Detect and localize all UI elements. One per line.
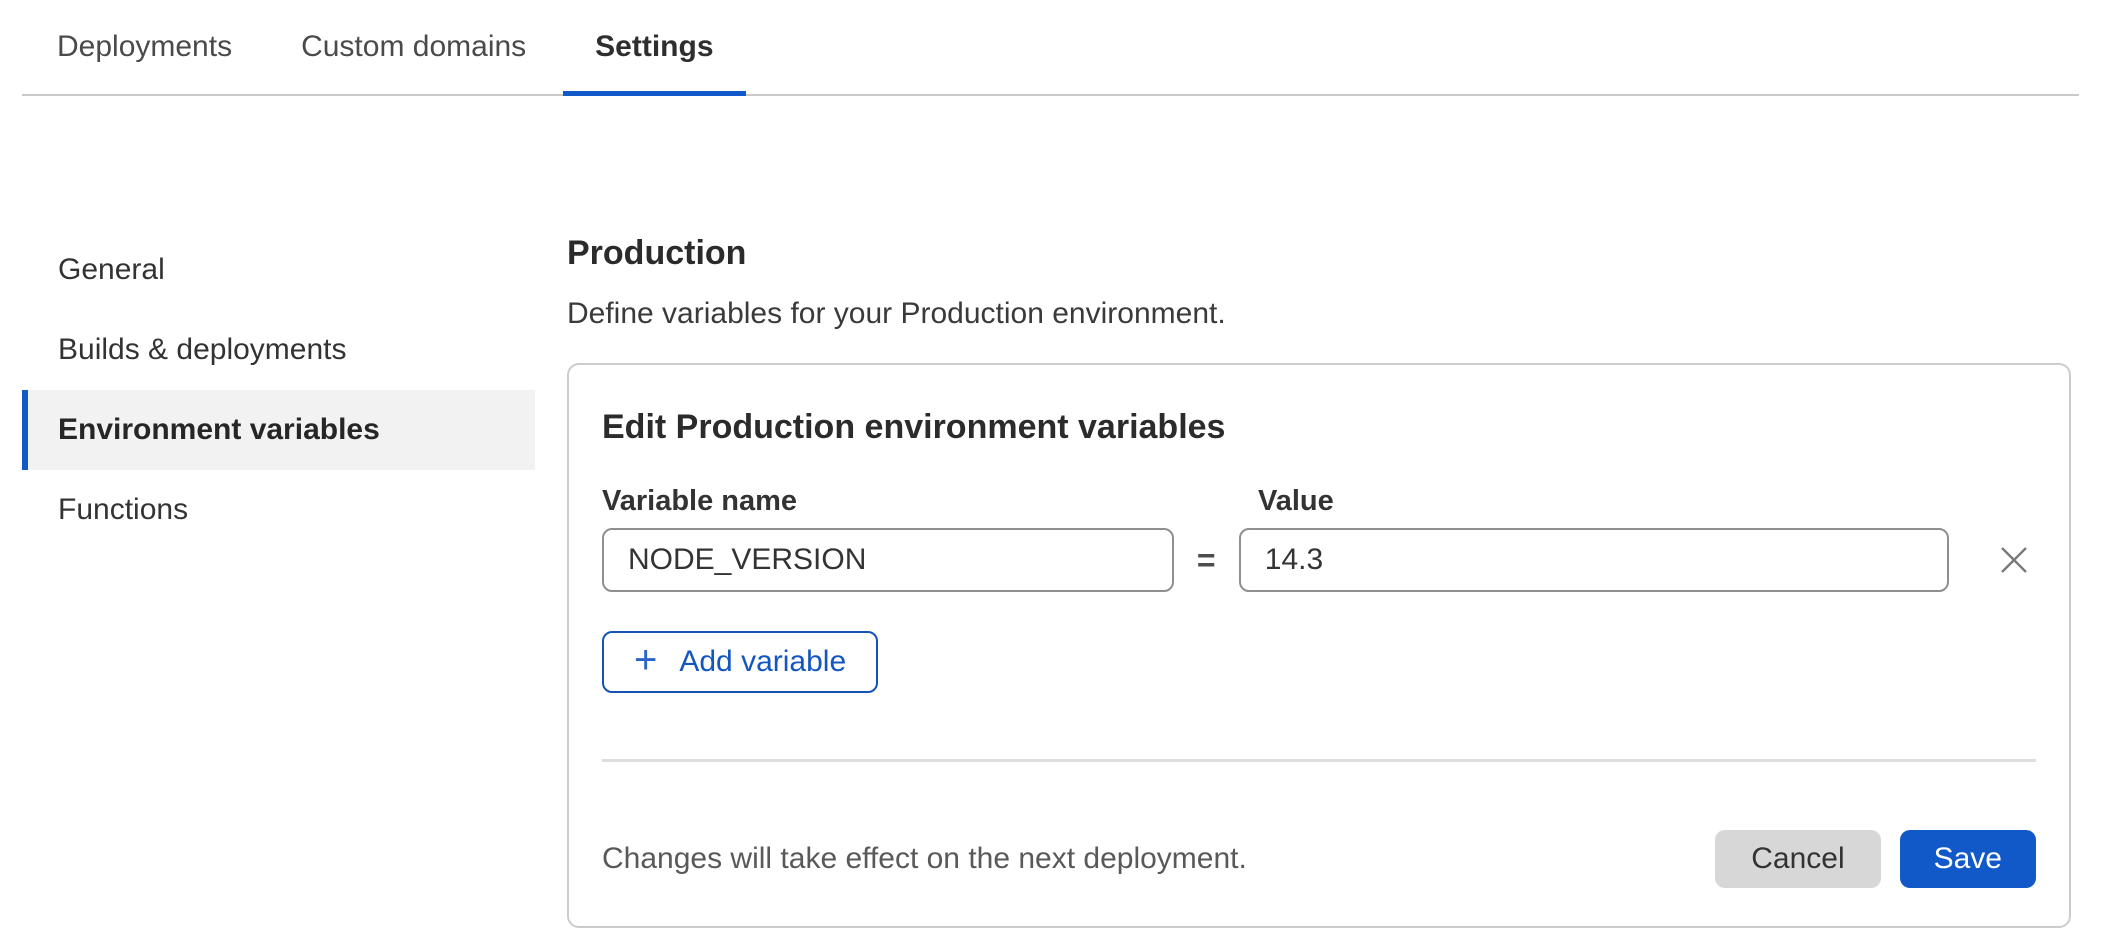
- field-labels-row: Variable name Value: [602, 484, 2036, 518]
- plus-icon: +: [634, 640, 657, 680]
- sidebar-item-general[interactable]: General: [22, 230, 535, 310]
- add-variable-label: Add variable: [679, 645, 846, 679]
- page-description: Define variables for your Production env…: [567, 296, 2121, 332]
- save-button[interactable]: Save: [1900, 830, 2036, 888]
- card-title: Edit Production environment variables: [602, 407, 2036, 447]
- settings-page: Deployments Custom domains Settings Gene…: [0, 0, 2121, 948]
- deployment-note: Changes will take effect on the next dep…: [602, 841, 1715, 877]
- card-footer: Changes will take effect on the next dep…: [602, 830, 2036, 888]
- top-tab-bar: Deployments Custom domains Settings: [22, 0, 2079, 96]
- sidebar-item-functions[interactable]: Functions: [22, 470, 535, 550]
- main-panel: Production Define variables for your Pro…: [567, 98, 2121, 948]
- tab-settings[interactable]: Settings: [563, 0, 745, 94]
- sidebar-item-builds-deployments[interactable]: Builds & deployments: [22, 310, 535, 390]
- close-icon: [1999, 545, 2029, 575]
- tab-custom-domains[interactable]: Custom domains: [269, 0, 558, 94]
- content-area: General Builds & deployments Environment…: [0, 98, 2121, 948]
- remove-variable-button[interactable]: [1993, 538, 2036, 582]
- equals-sign: =: [1174, 542, 1239, 579]
- sidebar-item-environment-variables[interactable]: Environment variables: [22, 390, 535, 470]
- page-title: Production: [567, 233, 2121, 273]
- variable-name-label: Variable name: [602, 484, 1246, 518]
- settings-sidebar: General Builds & deployments Environment…: [0, 98, 567, 948]
- card-divider: [602, 759, 2036, 762]
- variable-row: =: [602, 528, 2036, 592]
- tab-deployments[interactable]: Deployments: [25, 0, 264, 94]
- variable-name-input[interactable]: [602, 528, 1174, 592]
- value-input[interactable]: [1239, 528, 1949, 592]
- environment-variables-card: Edit Production environment variables Va…: [567, 363, 2071, 928]
- value-label: Value: [1246, 484, 1334, 518]
- add-variable-button[interactable]: + Add variable: [602, 631, 878, 693]
- cancel-button[interactable]: Cancel: [1715, 830, 1880, 888]
